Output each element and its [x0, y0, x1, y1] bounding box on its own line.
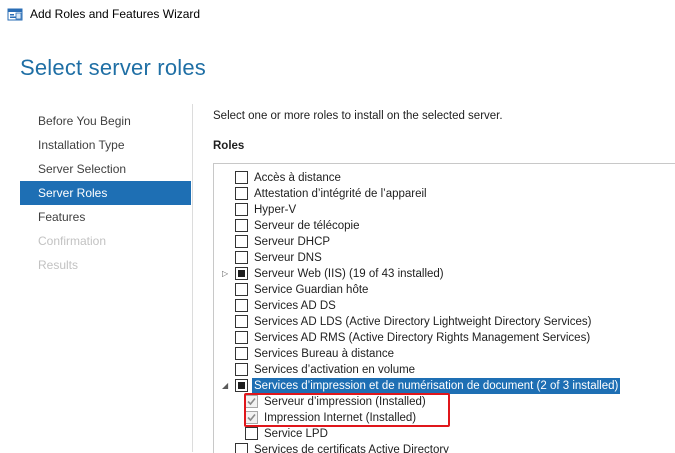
role-label: Services AD LDS (Active Directory Lightw…: [254, 316, 592, 328]
role-item[interactable]: Services d’activation en volume: [214, 362, 674, 378]
role-item[interactable]: Services AD RMS (Active Directory Rights…: [214, 330, 674, 346]
role-item[interactable]: Serveur DNS: [214, 250, 674, 266]
role-checkbox[interactable]: [235, 315, 248, 328]
role-item[interactable]: Hyper-V: [214, 202, 674, 218]
role-item[interactable]: Serveur de télécopie: [214, 218, 674, 234]
nav-item-features[interactable]: Features: [20, 205, 191, 229]
role-label: Services Bureau à distance: [254, 348, 394, 360]
installed-highlight-box: [244, 393, 450, 427]
role-label: Serveur DHCP: [254, 236, 331, 248]
role-item[interactable]: Services AD DS: [214, 298, 674, 314]
triangle-right-icon[interactable]: ▷: [222, 269, 231, 278]
nav-item-confirmation: Confirmation: [38, 234, 107, 248]
role-checkbox[interactable]: [235, 267, 248, 280]
role-sub-item[interactable]: Service LPD: [214, 426, 674, 442]
role-item[interactable]: Services Bureau à distance: [214, 346, 674, 362]
role-checkbox[interactable]: [235, 347, 248, 360]
role-checkbox[interactable]: [235, 363, 248, 376]
role-checkbox[interactable]: [235, 331, 248, 344]
role-label: Accès à distance: [254, 172, 341, 184]
role-checkbox[interactable]: [235, 187, 248, 200]
nav-item-before-you-begin[interactable]: Before You Begin: [20, 109, 191, 133]
role-label: Hyper-V: [254, 204, 297, 216]
role-label: Attestation d’intégrité de l’appareil: [254, 188, 427, 200]
role-label: Services AD RMS (Active Directory Rights…: [254, 332, 591, 344]
wizard-app-icon: [7, 8, 23, 21]
role-label: Serveur Web (IIS) (19 of 43 installed): [254, 268, 444, 280]
page-title: Select server roles: [20, 55, 206, 80]
role-checkbox[interactable]: [235, 379, 248, 392]
role-label: Service Guardian hôte: [254, 284, 369, 296]
role-checkbox[interactable]: [235, 203, 248, 216]
role-item[interactable]: ◢ Services d’impression et de numérisatio…: [214, 378, 674, 394]
window-title: Add Roles and Features Wizard: [30, 7, 201, 21]
roles-heading: Roles: [213, 140, 245, 152]
role-checkbox[interactable]: [235, 219, 248, 232]
role-item[interactable]: Service Guardian hôte: [214, 282, 674, 298]
role-label: Services AD DS: [254, 300, 336, 312]
role-label: Services d’impression et de numérisation…: [252, 378, 621, 394]
role-item[interactable]: Accès à distance: [214, 170, 674, 186]
title-bar: Add Roles and Features Wizard: [0, 0, 675, 30]
role-checkbox[interactable]: [245, 427, 258, 440]
role-checkbox[interactable]: [235, 299, 248, 312]
role-item[interactable]: Services AD LDS (Active Directory Lightw…: [214, 314, 674, 330]
wizard-nav: Before You Begin Installation Type Serve…: [20, 109, 191, 277]
role-checkbox[interactable]: [235, 251, 248, 264]
role-checkbox[interactable]: [235, 283, 248, 296]
role-item[interactable]: ▷ Serveur Web (IIS) (19 of 43 installed): [214, 266, 674, 282]
nav-item-server-selection[interactable]: Server Selection: [20, 157, 191, 181]
triangle-down-icon[interactable]: ◢: [222, 381, 231, 390]
role-label: Service LPD: [264, 428, 328, 440]
role-label: Services d’activation en volume: [254, 364, 416, 376]
role-label: Serveur DNS: [254, 252, 322, 264]
intro-text: Select one or more roles to install on t…: [213, 110, 503, 122]
role-checkbox[interactable]: [235, 235, 248, 248]
role-item[interactable]: Attestation d’intégrité de l’appareil: [214, 186, 674, 202]
nav-divider: [192, 104, 193, 452]
role-item[interactable]: Services de certificats Active Directory: [214, 442, 674, 453]
role-item[interactable]: Serveur DHCP: [214, 234, 674, 250]
nav-item-installation-type[interactable]: Installation Type: [20, 133, 191, 157]
nav-item-server-roles[interactable]: Server Roles: [20, 181, 191, 205]
role-checkbox[interactable]: [235, 171, 248, 184]
role-label: Serveur de télécopie: [254, 220, 360, 232]
nav-item-results: Results: [38, 258, 79, 272]
role-label: Services de certificats Active Directory: [254, 444, 449, 453]
